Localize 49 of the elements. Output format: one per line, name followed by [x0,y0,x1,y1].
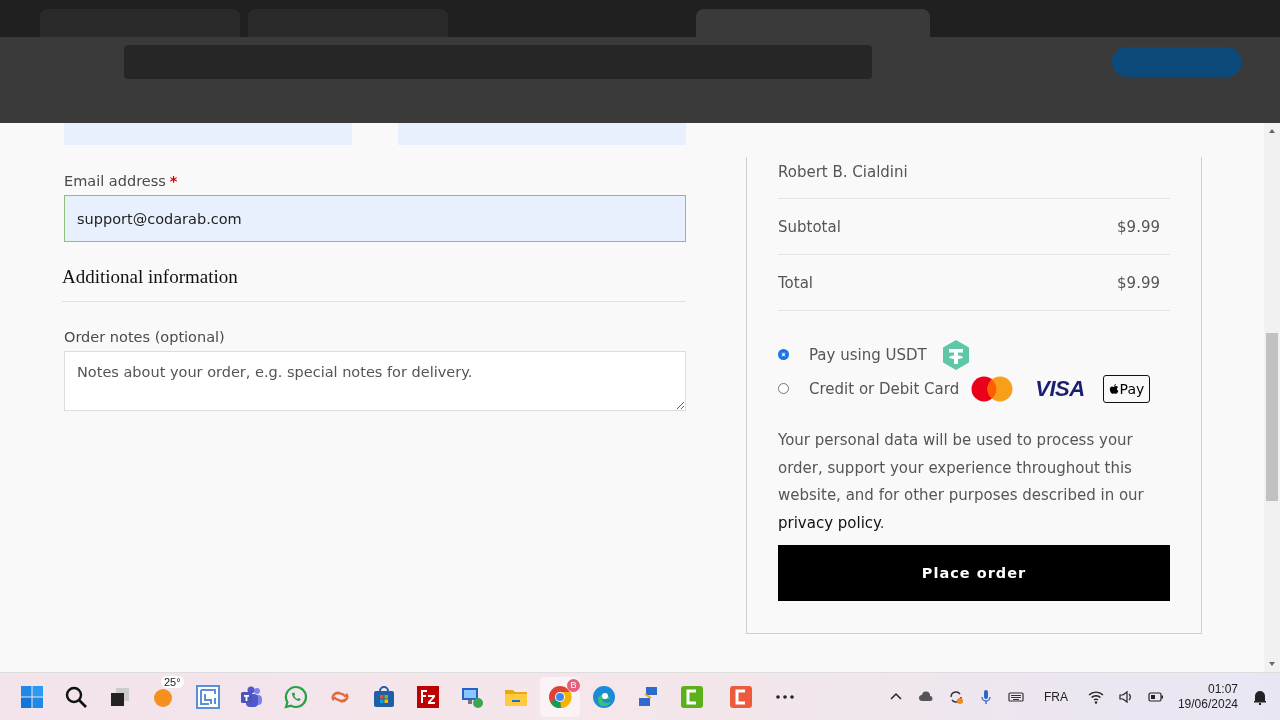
privacy-policy-link[interactable]: privacy policy [778,513,880,532]
scroll-down-icon[interactable] [1268,661,1276,667]
privacy-notice: Your personal data will be used to process your order, support your experience throughout this website, and for other purposes described in our privacy policy. [778,430,1145,534]
sync-icon[interactable] [947,688,964,705]
visa-logo: VISA [1035,376,1085,402]
edge-icon[interactable] [592,684,616,709]
temperature: 25° [161,675,184,688]
search-icon[interactable] [64,684,88,709]
payment-label: Credit or Debit Card [809,380,960,398]
scroll-up-icon[interactable] [1268,128,1276,134]
field-label: Order notes (optional) [64,329,225,345]
clock[interactable]: 01:07 19/06/2024 [1177,681,1238,712]
whatsapp-icon[interactable] [284,684,308,709]
network-computers-icon[interactable] [636,684,660,709]
radio-button[interactable] [778,382,789,394]
tether-icon [940,339,971,371]
notification-bell-icon[interactable] [1252,688,1268,705]
date: 19/06/2024 [1177,696,1238,712]
scroll-thumb[interactable] [1266,333,1278,501]
mastercard-icon [971,376,1014,402]
filezilla-icon[interactable] [416,684,440,709]
apple-pay-logo: Pay [1102,375,1151,403]
product-author: Robert B. Cialdini [778,162,908,181]
payment-label: Pay using USDT [809,346,927,364]
scrollbar[interactable] [1264,123,1280,672]
summary-value: $9.99 [1117,217,1160,236]
teams-icon[interactable] [240,684,264,709]
camtasia-recorder-icon[interactable] [729,684,753,709]
profile-badge: B [567,678,580,692]
store-icon[interactable] [372,684,396,709]
section-title: Additional information [62,266,686,302]
email-field[interactable]: support@codarab.com [64,195,686,242]
input-field[interactable] [64,123,352,145]
summary-value: $9.99 [1117,273,1160,292]
summary-label: Total [778,273,814,292]
start-icon[interactable] [20,684,44,709]
language-indicator[interactable]: FRA [1043,689,1068,704]
chrome-icon[interactable] [548,684,572,709]
speaker-icon[interactable] [1117,688,1134,705]
time: 01:07 [1207,681,1238,697]
input-field[interactable] [398,123,686,145]
camtasia-icon[interactable] [680,684,704,709]
notes-field[interactable]: Notes about your order, e.g. special notes for delivery. [64,351,686,411]
radio-button[interactable] [778,348,789,360]
field-label: Email address [64,173,166,189]
required-mark: * [169,173,178,189]
maze-icon[interactable] [196,684,220,709]
summary-label: Subtotal [778,217,841,236]
place-order-button[interactable]: Place order [778,545,1170,601]
